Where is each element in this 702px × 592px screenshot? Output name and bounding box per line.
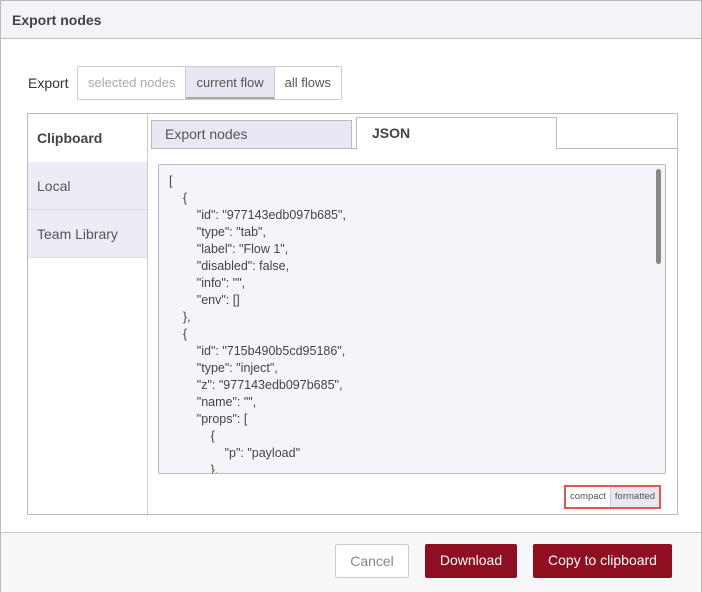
sidebar-item-clipboard[interactable]: Clipboard xyxy=(28,114,147,162)
cancel-button[interactable]: Cancel xyxy=(335,544,409,578)
tab-bar: Export nodes JSON xyxy=(151,117,677,150)
export-label: Export xyxy=(28,75,69,91)
dialog-title: Export nodes xyxy=(12,12,102,28)
export-panel: Clipboard Local Team Library Export node… xyxy=(27,113,678,515)
copy-to-clipboard-button[interactable]: Copy to clipboard xyxy=(533,544,672,578)
sidebar: Clipboard Local Team Library xyxy=(28,114,148,514)
sidebar-item-local[interactable]: Local xyxy=(28,162,147,210)
export-scope-group: selected nodes current flow all flows xyxy=(77,66,342,100)
download-button[interactable]: Download xyxy=(425,544,517,578)
compact-button[interactable]: compact xyxy=(566,487,610,507)
dialog-header: Export nodes xyxy=(1,1,701,39)
json-content: [ { "id": "977143edb097b685", "type": "t… xyxy=(169,174,346,474)
sidebar-item-team-library[interactable]: Team Library xyxy=(28,210,147,258)
tab-json[interactable]: JSON xyxy=(356,117,557,150)
all-flows-button[interactable]: all flows xyxy=(275,67,341,99)
selected-nodes-button[interactable]: selected nodes xyxy=(78,67,187,99)
tab-export-nodes[interactable]: Export nodes xyxy=(151,120,352,149)
formatted-button[interactable]: formatted xyxy=(609,487,660,507)
scrollbar-thumb[interactable] xyxy=(656,169,661,264)
json-textarea[interactable]: [ { "id": "977143edb097b685", "type": "t… xyxy=(158,164,666,474)
current-flow-button[interactable]: current flow xyxy=(186,67,275,99)
format-toggle: compact formatted xyxy=(564,485,662,509)
